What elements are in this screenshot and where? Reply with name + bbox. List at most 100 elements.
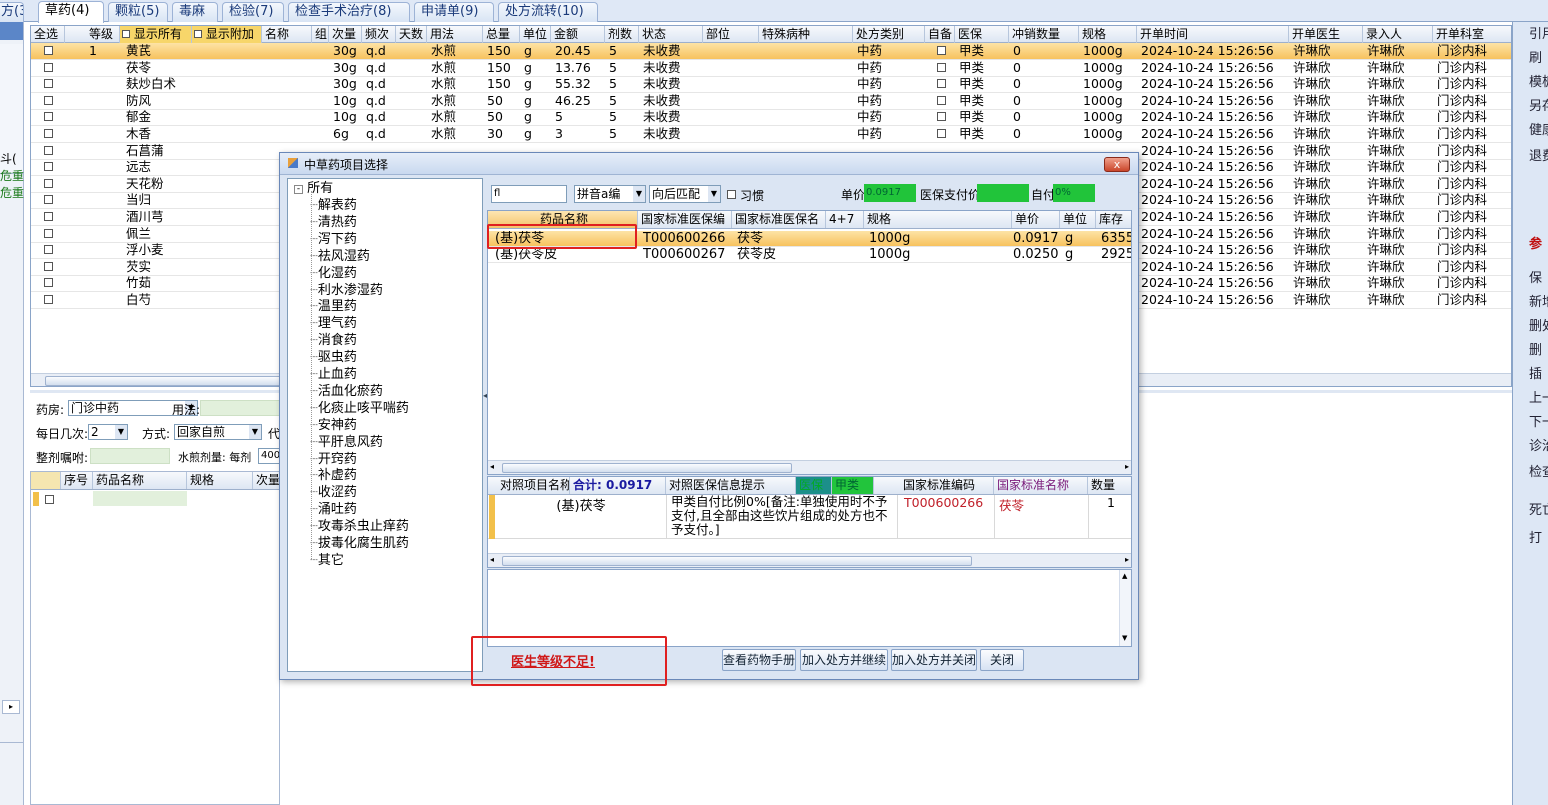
row-checkbox[interactable] — [41, 275, 53, 291]
dialog-titlebar[interactable]: 中草药项目选择 x — [280, 153, 1138, 175]
match-mode-select[interactable]: 向后匹配 ▼ — [649, 185, 721, 203]
col-select-all[interactable]: 全选 — [31, 26, 65, 43]
self-prepared-checkbox[interactable] — [934, 60, 946, 76]
tree-item[interactable]: ┄利水渗湿药 — [310, 283, 383, 299]
blank-pane-vscrollbar[interactable]: ▲ ▼ — [1119, 570, 1131, 646]
toolbar-button[interactable]: 诊治 — [1515, 436, 1548, 457]
tab-rx-flow[interactable]: 处方流转(10) — [498, 2, 598, 22]
toolbar-button[interactable]: 死亡 — [1515, 500, 1548, 521]
row-checkbox[interactable] — [41, 109, 53, 125]
table-row[interactable]: 木香 6g q.d 水煎 30 g 3 5 未收费 中药 甲类 0 1000g 2024-10-24 15… — [31, 126, 1511, 143]
toolbar-button[interactable]: 引用 — [1515, 24, 1548, 45]
row-checkbox[interactable] — [41, 292, 53, 308]
table-row[interactable]: 郁金 10g q.d 水煎 50 g 5 5 未收费 中药 甲类 0 1000g 2024-10-24 1… — [31, 109, 1511, 127]
table-row[interactable]: 1 黄芪 30g q.d 水煎 150 g 20.45 5 未收费 中药 甲类 0 1000g 2024-1… — [31, 43, 1511, 60]
row-checkbox[interactable] — [41, 60, 53, 76]
scroll-left-icon[interactable]: ◂ — [490, 462, 494, 471]
toolbar-button[interactable]: 保 — [1515, 268, 1548, 289]
close-icon[interactable]: x — [1104, 157, 1130, 172]
info-hscroll-thumb[interactable] — [502, 556, 972, 566]
results-hscroll-thumb[interactable] — [502, 463, 792, 473]
show-extra-checkbox[interactable] — [194, 30, 202, 38]
tree-item[interactable]: ┄补虚药 — [310, 468, 357, 484]
self-prepared-checkbox[interactable] — [934, 43, 946, 59]
note-input[interactable] — [90, 448, 170, 464]
tab-narcotic[interactable]: 毒麻 — [172, 2, 218, 22]
tab-lab[interactable]: 检验(7) — [222, 2, 284, 22]
row-checkbox[interactable] — [41, 242, 53, 258]
info-row[interactable]: (基)茯苓 甲类自付比例0%[备注:单独使用时不予支付,且全部由这些饮片组成的处… — [488, 495, 1131, 539]
toolbar-button[interactable]: 上一 — [1515, 388, 1548, 409]
add-and-close-button[interactable]: 加入处方并关闭 — [891, 649, 977, 671]
add-and-continue-button[interactable]: 加入处方并继续 — [800, 649, 888, 671]
tree-item[interactable]: ┄安神药 — [310, 418, 357, 434]
toolbar-button[interactable]: 另存 — [1515, 96, 1548, 117]
method-select[interactable]: 回家自煎 ▼ — [174, 424, 262, 440]
toggle-show-extra[interactable]: 显示附加 — [192, 26, 262, 43]
tree-root[interactable]: - 所有 — [294, 181, 333, 197]
info-hscrollbar[interactable]: ◂ ▸ — [488, 553, 1131, 567]
tree-item[interactable]: ┄收涩药 — [310, 485, 357, 501]
self-prepared-checkbox[interactable] — [934, 109, 946, 125]
scroll-right-icon[interactable]: ▸ — [1125, 462, 1129, 471]
left-expand-arrow-icon[interactable]: ▸ — [2, 700, 20, 714]
view-drug-manual-button[interactable]: 查看药物手册 — [722, 649, 796, 671]
results-hscrollbar[interactable]: ◂ ▸ — [488, 460, 1131, 474]
result-row[interactable]: (基)茯苓皮 T000600267 茯苓皮 1000g 0.0250 g 2925 — [488, 247, 1131, 263]
input-mode-select[interactable]: 拼音a编 ▼ — [574, 185, 646, 203]
self-prepared-checkbox[interactable] — [934, 76, 946, 92]
toolbar-button[interactable]: 参 — [1515, 234, 1548, 255]
tree-item[interactable]: ┄攻毒杀虫止痒药 — [310, 519, 409, 535]
toolbar-button[interactable]: 新增 — [1515, 292, 1548, 313]
tab-prescription[interactable]: 方(3) — [0, 2, 24, 22]
row-checkbox[interactable] — [41, 176, 53, 192]
tree-item[interactable]: ┄化痰止咳平喘药 — [310, 401, 409, 417]
toolbar-button[interactable]: 下一 — [1515, 412, 1548, 433]
grid-hscroll-thumb[interactable] — [45, 376, 285, 386]
toolbar-button[interactable]: 模板 — [1515, 72, 1548, 93]
chevron-down-icon[interactable]: ▼ — [115, 425, 127, 439]
tab-exam-surgery[interactable]: 检查手术治疗(8) — [288, 2, 410, 22]
toggle-show-all[interactable]: 显示所有 — [120, 26, 192, 43]
self-prepared-checkbox[interactable] — [934, 126, 946, 142]
tree-item[interactable]: ┄止血药 — [310, 367, 357, 383]
usage-input[interactable] — [200, 400, 290, 416]
tab-granule[interactable]: 颗粒(5) — [108, 2, 168, 22]
drug-name-input[interactable] — [93, 491, 187, 506]
tree-item[interactable]: ┄其它 — [310, 553, 344, 569]
toolbar-button[interactable]: 退费 — [1515, 146, 1548, 167]
tab-herbal[interactable]: 草药(4) — [38, 1, 104, 23]
tree-item[interactable]: ┄消食药 — [310, 333, 357, 349]
row-checkbox[interactable] — [41, 143, 53, 159]
row-checkbox[interactable] — [41, 159, 53, 175]
times-select[interactable]: 2 ▼ — [88, 424, 128, 440]
row-checkbox[interactable] — [41, 43, 53, 59]
scroll-right-icon[interactable]: ▸ — [1125, 555, 1129, 564]
row-checkbox[interactable] — [41, 226, 53, 242]
collapse-icon[interactable]: - — [294, 185, 303, 194]
close-button[interactable]: 关闭 — [980, 649, 1024, 671]
row-checkbox[interactable] — [41, 76, 53, 92]
chevron-down-icon[interactable]: ▼ — [249, 425, 261, 439]
row-checkbox[interactable] — [41, 192, 53, 208]
water-input[interactable]: 400 — [258, 448, 280, 464]
tree-item[interactable]: ┄平肝息风药 — [310, 435, 383, 451]
tree-item[interactable]: ┄开窍药 — [310, 452, 357, 468]
tree-item[interactable]: ┄清热药 — [310, 215, 357, 231]
scroll-down-icon[interactable]: ▼ — [1122, 634, 1127, 642]
scroll-up-icon[interactable]: ▲ — [1122, 572, 1127, 580]
toolbar-button[interactable]: 刷 — [1515, 48, 1548, 69]
chevron-down-icon[interactable]: ▼ — [708, 186, 720, 202]
table-row[interactable]: 茯苓 30g q.d 水煎 150 g 13.76 5 未收费 中药 甲类 0 1000g 2024-10… — [31, 60, 1511, 77]
scroll-left-icon[interactable]: ◂ — [490, 555, 494, 564]
tree-item[interactable]: ┄驱虫药 — [310, 350, 357, 366]
table-row[interactable]: 麸炒白术 30g q.d 水煎 150 g 55.32 5 未收费 中药 甲类 0 1000g 2024-… — [31, 76, 1511, 94]
tree-item[interactable]: ┄泻下药 — [310, 232, 357, 248]
toolbar-button[interactable]: 删处 — [1515, 316, 1548, 337]
tree-item[interactable]: ┄拔毒化腐生肌药 — [310, 536, 409, 552]
toolbar-button[interactable]: 删 — [1515, 340, 1548, 361]
row-checkbox[interactable] — [41, 126, 53, 142]
row-checkbox[interactable] — [41, 93, 53, 109]
table-row[interactable]: 防风 10g q.d 水煎 50 g 46.25 5 未收费 中药 甲类 0 1000g 2024-10-… — [31, 93, 1511, 110]
toolbar-button[interactable]: 检查认 — [1515, 462, 1548, 483]
